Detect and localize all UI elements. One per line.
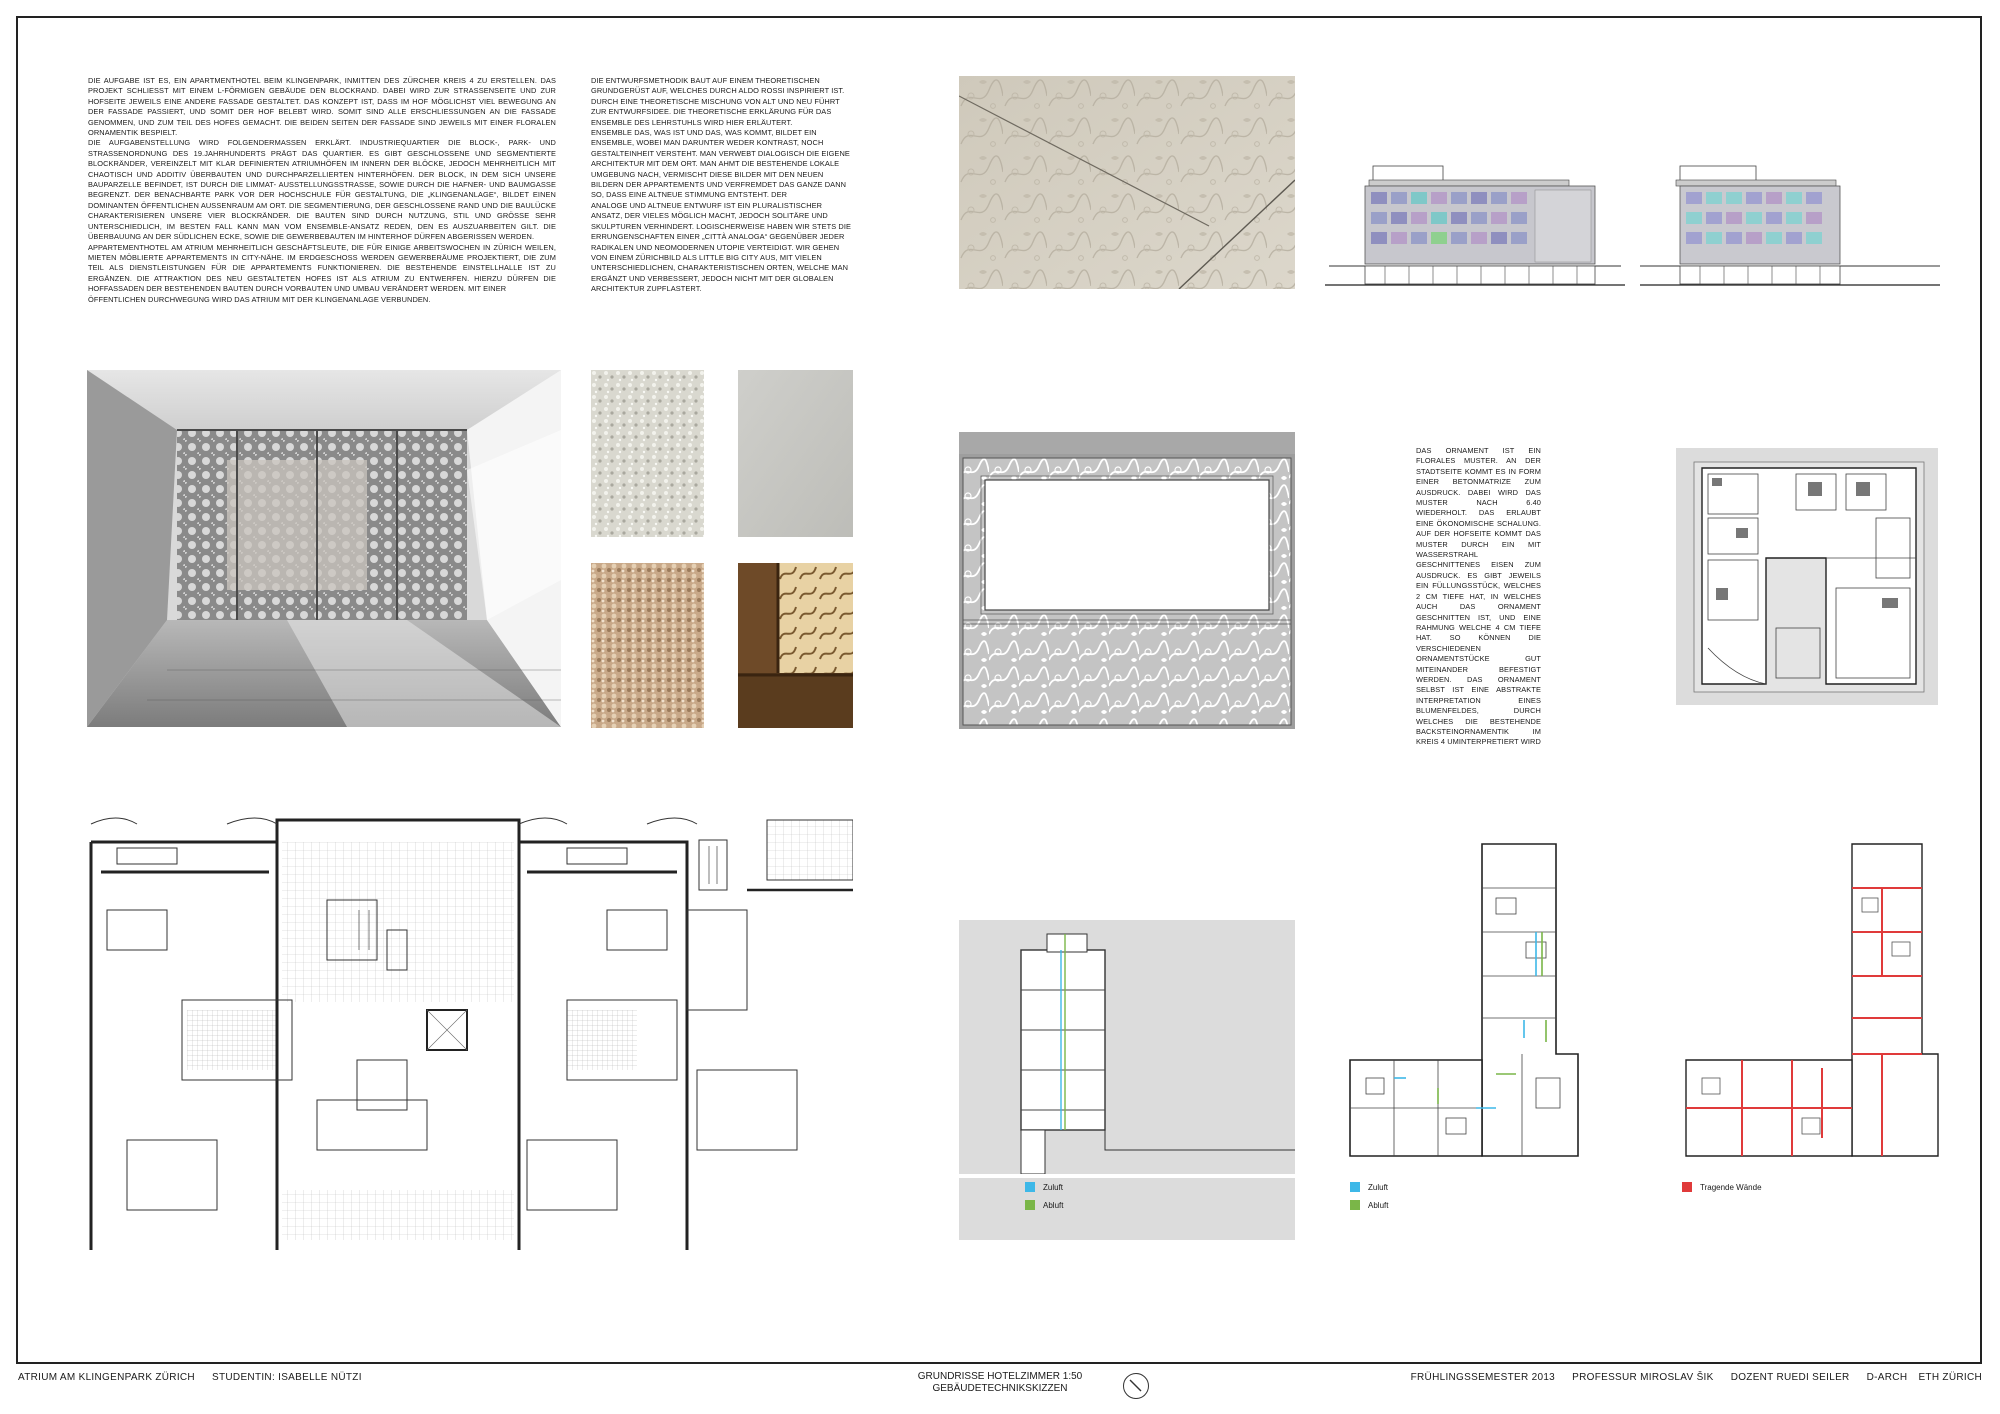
legend-swatch [1682,1182,1692,1192]
concrete-ornament-photo [959,76,1295,289]
text-paragraph: ANALOGE UND ALTNEUE ENTWURF IST EIN PLUR… [591,200,852,294]
text-block-ornament: DAS ORNAMENT IST EIN FLORALES MUSTER. AN… [1416,446,1541,748]
structure-floor-plan [1682,838,1940,1172]
sheet-title: GRUNDRISSE HOTELZIMMER 1:50 [917,1371,1083,1382]
building-section [959,920,1295,1240]
semester: FRÜHLINGSSEMESTER 2013 [1410,1372,1556,1383]
material-swatch-ornament-metal [738,563,853,728]
sheet-subtitle: GEBÄUDETECHNIKSKIZZEN [932,1383,1068,1394]
ornament-panel-drawing [959,432,1295,729]
facade-elevation-left [1325,160,1625,290]
project-title: ATRIUM AM KLINGENPARK ZÜRICH [18,1372,195,1383]
footer-right: FRÜHLINGSSEMESTER 2013 PROFESSUR MIROSLA… [1411,1372,1982,1383]
text-block-task: DIE AUFGABE IST ES, EIN APARTMENTHOTEL B… [88,76,556,305]
footer-center: GRUNDRISSE HOTELZIMMER 1:50 GEBÄUDETECHN… [880,1371,1120,1395]
footer-left: ATRIUM AM KLINGENPARK ZÜRICH STUDENTIN: … [18,1372,362,1383]
legend-swatch [1025,1200,1035,1210]
hotel-room-plan [87,810,853,1250]
legend-label: Tragende Wände [1700,1182,1762,1192]
material-swatch-gravel [591,563,704,728]
text-paragraph: APPARTEMENTHOTEL AM ATRIUM MEHRHEITLICH … [88,242,556,294]
legend-item: Abluft [1025,1200,1063,1210]
legend-item: Zuluft [1350,1182,1388,1192]
text-block-method: DIE ENTWURFSMETHODIK BAUT AUF EINEM THEO… [591,76,853,295]
legend-swatch [1025,1182,1035,1192]
interior-rendering [87,370,561,727]
facade-elevation-right [1640,160,1940,290]
school: ETH ZÜRICH [1918,1372,1982,1383]
department: D-ARCH [1866,1372,1908,1383]
text-paragraph: ENSEMBLE DAS, WAS IST UND DAS, WAS KOMMT… [591,128,850,200]
legend-swatch [1350,1200,1360,1210]
legend-label: Zuluft [1043,1182,1064,1192]
material-swatch-terrazzo-white [591,370,704,537]
legend-swatch [1350,1182,1360,1192]
text-paragraph: DIE AUFGABENSTELLUNG WIRD FOLGENDERMASSE… [88,138,556,242]
legend-item: Zuluft [1025,1182,1063,1192]
ventilation-floor-plan [1346,838,1606,1172]
lecturer: DOZENT RUEDI SEILER [1730,1372,1850,1383]
material-swatch-concrete [738,370,853,537]
student-name: STUDENTIN: ISABELLE NÜTZI [212,1372,362,1383]
legend-item: Tragende Wände [1682,1182,1762,1192]
text-paragraph: DIE AUFGABE IST ES, EIN APARTMENTHOTEL B… [88,76,556,138]
legend-item: Abluft [1350,1200,1388,1210]
ground-floor-plan [1676,448,1938,705]
legend-label: Abluft [1043,1200,1064,1210]
text-paragraph: DAS ORNAMENT IST EIN FLORALES MUSTER. AN… [1416,446,1541,747]
compass-icon [1123,1373,1149,1399]
text-paragraph: ÖFFENTLICHEN DURCHWEGUNG WIRD DAS ATRIUM… [88,294,431,304]
professor: PROFESSUR MIROSLAV ŠIK [1572,1372,1714,1383]
text-paragraph: DIE ENTWURFSMETHODIK BAUT AUF EINEM THEO… [591,76,845,127]
legend-label: Abluft [1368,1200,1389,1210]
legend-label: Zuluft [1368,1182,1389,1192]
